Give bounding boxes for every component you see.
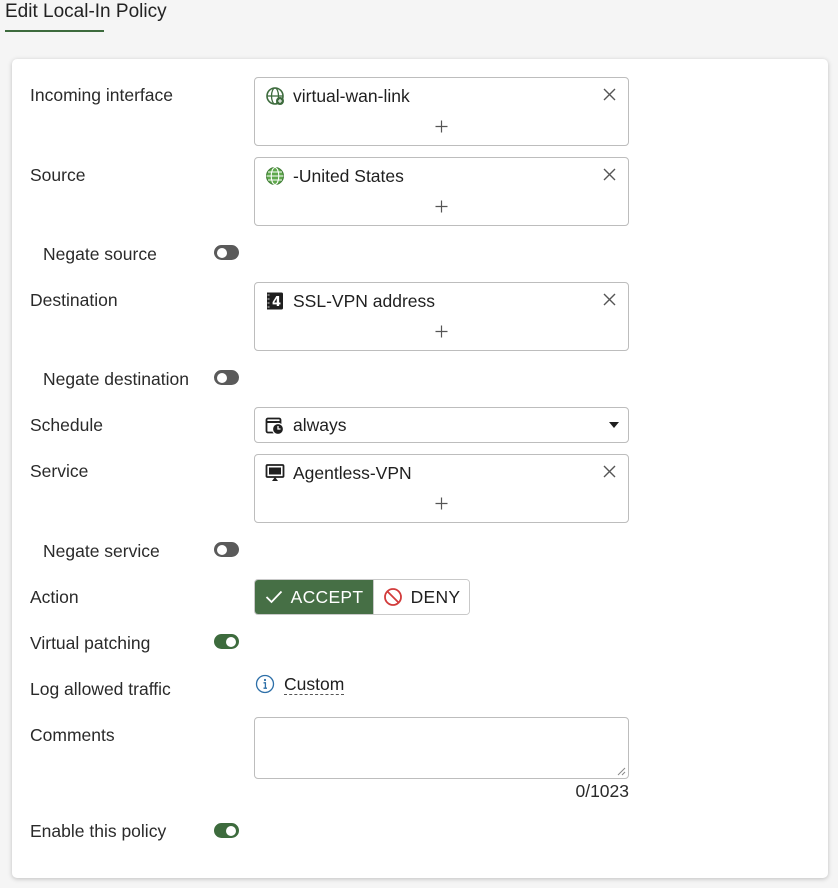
comments-label: Comments — [30, 725, 115, 745]
sd-wan-globe-icon — [264, 85, 286, 107]
close-icon — [603, 168, 615, 180]
close-icon — [603, 465, 615, 477]
plus-icon — [435, 120, 448, 132]
incoming-interface-value: virtual-wan-link — [293, 85, 410, 106]
source-value: -United States — [293, 165, 404, 186]
service-entry[interactable]: Agentless-VPN — [264, 461, 412, 485]
remove-destination-button[interactable] — [600, 290, 618, 308]
add-interface-button[interactable] — [432, 116, 452, 136]
destination-value: SSL-VPN address — [293, 290, 436, 311]
service-field[interactable]: Agentless-VPN — [254, 454, 629, 523]
destination-label: Destination — [30, 290, 118, 310]
schedule-select[interactable]: always — [254, 407, 629, 443]
comments-char-counter: 0/1023 — [575, 781, 629, 801]
add-service-button[interactable] — [432, 493, 452, 513]
plus-icon — [435, 497, 448, 509]
checkmark-icon — [265, 590, 282, 604]
schedule-value: always — [293, 415, 347, 435]
toggle-knob — [226, 825, 236, 836]
incoming-interface-field[interactable]: virtual-wan-link — [254, 77, 629, 146]
negate-source-label: Negate source — [43, 244, 157, 264]
monitor-service-icon — [264, 462, 286, 484]
toggle-knob — [217, 247, 227, 258]
close-icon — [603, 293, 615, 305]
remove-service-button[interactable] — [600, 462, 618, 480]
svg-text:4: 4 — [272, 295, 281, 310]
incoming-interface-label: Incoming interface — [30, 85, 173, 105]
close-icon — [603, 88, 615, 100]
service-value: Agentless-VPN — [293, 462, 412, 483]
policy-form: Incoming interface virtual-wan-link Sour… — [12, 59, 828, 878]
source-entry[interactable]: -United States — [264, 164, 404, 188]
action-button-group: ACCEPT DENY — [254, 579, 470, 615]
plus-icon — [435, 200, 448, 212]
source-label: Source — [30, 165, 86, 185]
schedule-clock-icon — [264, 415, 286, 437]
plus-icon — [435, 325, 448, 337]
add-destination-button[interactable] — [432, 321, 452, 341]
accept-label: ACCEPT — [290, 586, 364, 607]
accept-button[interactable]: ACCEPT — [255, 580, 373, 614]
service-label: Service — [30, 461, 89, 481]
schedule-label: Schedule — [30, 415, 103, 435]
toggle-knob — [217, 372, 227, 383]
log-allowed-traffic-value-row: Custom — [255, 672, 345, 696]
negate-service-label: Negate service — [43, 541, 160, 561]
info-icon — [255, 674, 275, 694]
caret-down-icon — [609, 422, 619, 428]
deny-label: DENY — [410, 586, 461, 607]
resize-handle-icon[interactable] — [617, 767, 626, 776]
action-label: Action — [30, 587, 79, 607]
ipv4-address-icon: 4 — [264, 290, 286, 312]
enable-policy-toggle[interactable] — [214, 823, 239, 838]
negate-source-toggle[interactable] — [214, 245, 239, 260]
enable-policy-label: Enable this policy — [30, 821, 167, 841]
incoming-interface-entry[interactable]: virtual-wan-link — [264, 84, 410, 108]
destination-field[interactable]: 4 SSL-VPN address — [254, 282, 629, 351]
source-field[interactable]: -United States — [254, 157, 629, 226]
title-underline — [5, 30, 104, 32]
prohibited-icon — [383, 588, 402, 606]
deny-button[interactable]: DENY — [373, 580, 469, 614]
remove-source-button[interactable] — [600, 165, 618, 183]
geography-globe-icon — [264, 165, 286, 187]
destination-entry[interactable]: 4 SSL-VPN address — [264, 289, 435, 313]
toggle-knob — [226, 636, 236, 647]
virtual-patching-label: Virtual patching — [30, 633, 151, 653]
log-custom-link[interactable]: Custom — [284, 674, 345, 695]
add-source-button[interactable] — [432, 196, 452, 216]
negate-destination-toggle[interactable] — [214, 370, 239, 385]
negate-service-toggle[interactable] — [214, 542, 239, 557]
negate-destination-label: Negate destination — [43, 369, 189, 389]
page-title: Edit Local-In Policy — [5, 1, 167, 22]
virtual-patching-toggle[interactable] — [214, 634, 239, 649]
log-allowed-traffic-label: Log allowed traffic — [30, 679, 171, 699]
comments-textarea[interactable] — [254, 717, 629, 779]
remove-interface-button[interactable] — [600, 85, 618, 103]
toggle-knob — [217, 544, 227, 555]
